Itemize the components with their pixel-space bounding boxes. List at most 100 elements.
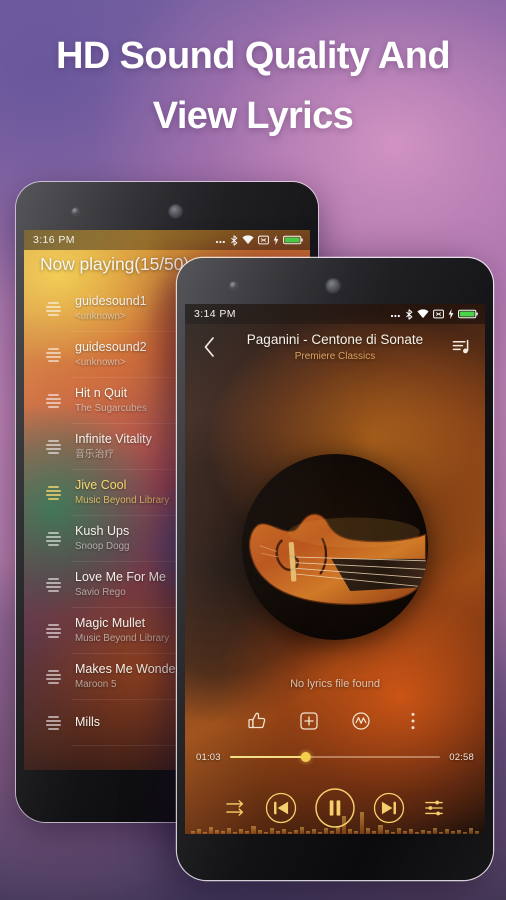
- album-art-disc: [242, 454, 428, 640]
- promo-headline: HD Sound Quality And View Lyrics: [0, 26, 506, 146]
- playlist-item-text: Kush Ups Snoop Dogg: [75, 524, 129, 553]
- lyrics-status-text: No lyrics file found: [290, 678, 380, 690]
- phone-mockup-player: 3:14 PM Paganini - Centone di Sonate Pre…: [177, 258, 493, 880]
- repeat-sequential-icon: [226, 800, 244, 816]
- chevron-left-icon: [204, 337, 214, 357]
- drag-handle-icon[interactable]: [40, 578, 66, 592]
- status-icon-group: [215, 234, 303, 246]
- battery-icon: [283, 235, 303, 245]
- charging-bolt-icon: [273, 235, 279, 245]
- track-info: Paganini - Centone di Sonate Premiere Cl…: [224, 331, 446, 363]
- album-art[interactable]: [242, 454, 428, 640]
- playlist-item-title: Infinite Vitality: [75, 432, 152, 447]
- playlist-item-title: guidesound1: [75, 294, 147, 309]
- player-action-row: [185, 704, 485, 738]
- playlist-item-title: Mills: [75, 715, 100, 730]
- seek-thumb[interactable]: [300, 751, 311, 763]
- next-track-icon: [373, 792, 405, 824]
- drag-handle-icon[interactable]: [40, 486, 66, 500]
- playlist-item-artist: Music Beyond Library: [75, 494, 170, 506]
- drag-handle-icon[interactable]: [40, 716, 66, 730]
- screen-player: 3:14 PM Paganini - Centone di Sonate Pre…: [185, 304, 485, 834]
- status-time: 3:16 PM: [33, 234, 75, 246]
- playlist-item-artist: Savio Rego: [75, 586, 126, 598]
- overflow-menu-icon: [411, 712, 415, 730]
- equalizer-button[interactable]: [422, 796, 446, 820]
- playlist-item-text: Jive Cool Music Beyond Library: [75, 478, 169, 507]
- player-header: Paganini - Centone di Sonate Premiere Cl…: [185, 324, 485, 370]
- more-dots-icon: [215, 240, 225, 244]
- seek-progress-fill: [229, 756, 306, 758]
- headline-line-1: HD Sound Quality And: [55, 35, 451, 77]
- thumbs-up-icon: [248, 712, 266, 729]
- playlist-item-artist: Snoop Dogg: [75, 540, 130, 552]
- equalizer-icon: [425, 800, 443, 816]
- playlist-item-artist: The Sugarcubes: [75, 402, 147, 414]
- playlist-queue-button[interactable]: [446, 338, 476, 357]
- next-track-button[interactable]: [373, 792, 405, 824]
- back-button[interactable]: [194, 336, 224, 358]
- playlist-item-title: Hit n Quit: [75, 386, 128, 401]
- playlist-item-artist: <unknown>: [75, 310, 126, 322]
- playlist-item-title: guidesound2: [75, 340, 147, 355]
- wifi-icon: [417, 309, 429, 319]
- sound-effect-icon: [352, 712, 370, 730]
- proximity-sensor-icon: [230, 282, 237, 289]
- seek-bar-row: 01:03 02:58: [185, 746, 485, 768]
- overflow-menu-button[interactable]: [401, 709, 425, 733]
- pause-icon: [315, 788, 355, 828]
- playlist-item-title: Makes Me Wonder: [75, 662, 180, 677]
- drag-handle-icon[interactable]: [40, 624, 66, 638]
- status-time: 3:14 PM: [194, 308, 236, 320]
- more-dots-icon: [390, 314, 400, 318]
- playlist-item-title: Jive Cool: [75, 478, 127, 493]
- violin-album-art: [248, 513, 427, 606]
- playlist-item-text: Hit n Quit The Sugarcubes: [75, 386, 147, 415]
- drag-handle-icon[interactable]: [40, 302, 66, 316]
- playlist-item-text: Magic Mullet Music Beyond Library: [75, 616, 169, 645]
- drag-handle-icon[interactable]: [40, 670, 66, 684]
- playlist-item-artist: <unknown>: [75, 356, 126, 368]
- battery-icon: [458, 309, 478, 319]
- previous-track-icon: [265, 792, 297, 824]
- status-bar-left: 3:16 PM: [24, 230, 310, 250]
- playlist-item-text: guidesound1 <unknown>: [75, 294, 147, 323]
- playlist-item-title: Kush Ups: [75, 524, 130, 539]
- playlist-item-text: Mills: [75, 715, 100, 731]
- sound-effect-button[interactable]: [349, 709, 373, 733]
- status-bar-right: 3:14 PM: [185, 304, 485, 324]
- track-title: Paganini - Centone di Sonate: [246, 331, 424, 347]
- thumbs-up-button[interactable]: [245, 709, 269, 733]
- elapsed-time: 01:03: [196, 751, 221, 763]
- playlist-item-artist: 音乐治疗: [75, 448, 115, 460]
- previous-track-button[interactable]: [265, 792, 297, 824]
- no-sim-icon: [258, 235, 269, 245]
- transport-controls: [185, 782, 485, 834]
- playlist-item-text: Makes Me Wonder Maroon 5: [75, 662, 180, 691]
- earpiece-speaker-icon: [325, 278, 342, 295]
- playlist-queue-icon: [452, 339, 468, 353]
- drag-handle-icon[interactable]: [40, 440, 66, 454]
- playlist-item-text: Infinite Vitality 音乐治疗: [75, 432, 152, 461]
- drag-handle-icon[interactable]: [40, 348, 66, 362]
- add-to-playlist-icon: [300, 712, 318, 730]
- wifi-icon: [242, 235, 254, 245]
- add-to-playlist-button[interactable]: [297, 709, 321, 733]
- status-icon-group: [390, 308, 478, 320]
- drag-handle-icon[interactable]: [40, 394, 66, 408]
- bluetooth-icon: [406, 308, 413, 320]
- drag-handle-icon[interactable]: [40, 532, 66, 546]
- track-album: Premiere Classics: [294, 350, 376, 362]
- proximity-sensor-icon: [72, 208, 79, 215]
- playlist-item-text: Love Me For Me Savio Rego: [75, 570, 166, 599]
- play-pause-button[interactable]: [314, 787, 356, 829]
- duration-time: 02:58: [449, 751, 474, 763]
- repeat-mode-button[interactable]: [224, 796, 248, 820]
- headline-line-2: View Lyrics: [152, 95, 354, 138]
- no-sim-icon: [433, 309, 444, 319]
- playlist-item-artist: Maroon 5: [75, 678, 117, 690]
- playlist-item-title: Magic Mullet: [75, 616, 146, 631]
- playlist-item-text: guidesound2 <unknown>: [75, 340, 147, 369]
- seek-slider[interactable]: [229, 751, 441, 763]
- bluetooth-icon: [231, 234, 238, 246]
